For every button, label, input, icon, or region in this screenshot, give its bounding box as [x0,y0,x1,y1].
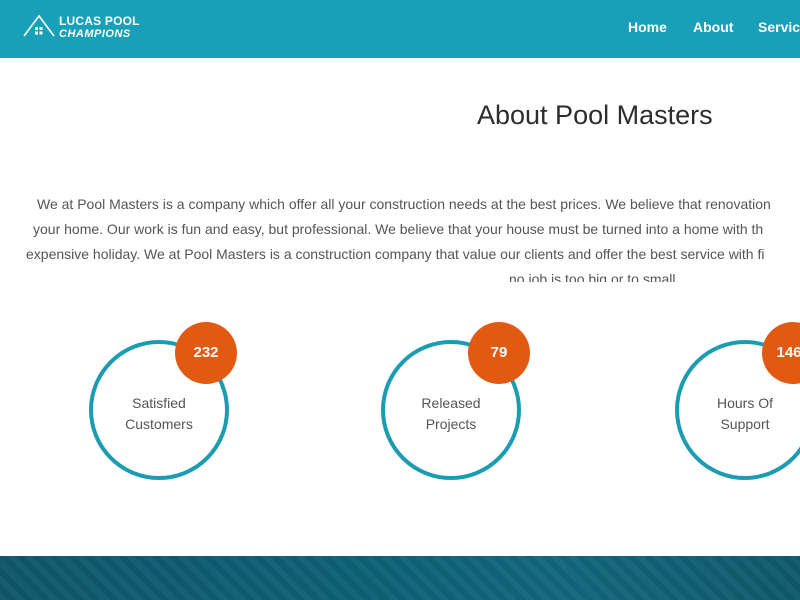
stat-label: Satisfied Customers [89,393,229,435]
stat-satisfied-customers: Satisfied Customers 232 [89,322,237,480]
stats-section: Satisfied Customers 232 Released Project… [0,300,800,500]
stat-count-badge: 232 [175,322,237,384]
about-paragraph: We at Pool Masters is a company which of… [0,192,800,282]
stat-label: Hours Of Support [675,393,800,435]
paragraph-line: expensive holiday. We at Pool Masters is… [26,246,765,262]
stat-label-line: Customers [125,416,193,432]
stat-label-line: Released [421,395,481,411]
paragraph-line: We at Pool Masters is a company which of… [37,196,771,212]
footer-background-band [0,556,800,600]
stat-count-badge: 79 [468,322,530,384]
stat-label-line: Support [720,416,770,432]
stat-label-line: Hours Of [716,395,773,411]
nav-services-link[interactable]: Services [758,19,800,35]
stat-hours-of-support: Hours Of Support 146 [675,322,800,480]
site-header: LUCAS POOL CHAMPIONS Home About Services [0,0,800,58]
stat-label-line: Satisfied [132,395,186,411]
main-nav: Home About Services [0,0,800,58]
about-heading: About Pool Masters [477,100,713,130]
paragraph-line: no job is too big or to small. [509,271,680,282]
nav-home-link[interactable]: Home [628,19,667,35]
stat-released-projects: Released Projects 79 [381,322,530,480]
stat-label: Released Projects [381,393,521,435]
paragraph-line: your home. Our work is fun and easy, but… [33,221,764,237]
nav-about-link[interactable]: About [693,19,733,35]
stat-label-line: Projects [425,416,477,432]
